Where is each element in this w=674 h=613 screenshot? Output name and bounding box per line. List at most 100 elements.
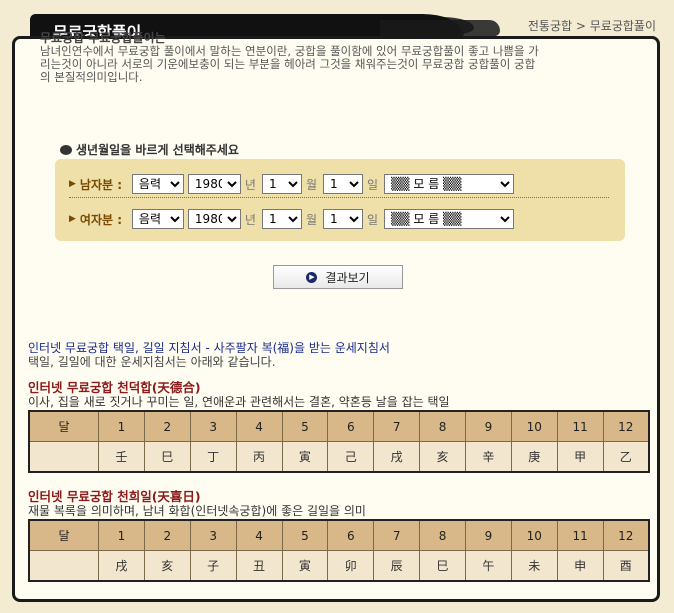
month-header-cell: 8	[419, 519, 466, 551]
table-cell: 辛	[465, 441, 512, 473]
table-cell: 酉	[602, 550, 650, 582]
breadcrumb-current[interactable]: 무료궁합풀이	[590, 19, 656, 33]
table-header-cell: 달	[28, 410, 99, 442]
section-title: 인터넷 무료궁합 천덕합(天德合)	[28, 380, 201, 395]
month-header-cell: 7	[373, 410, 421, 442]
cheonhuiil-table: 달 1 2 3 4 5 6 7 8 9 10 11 12 戌亥子丑寅卯辰巳午未申酉	[28, 519, 650, 582]
month-header-cell: 9	[465, 519, 512, 551]
section-cheonhuiil: 인터넷 무료궁합 천희일(天喜日) 재물 복록을 의미하며, 남녀 화합(인터넷…	[28, 490, 658, 582]
month-header-cell: 1	[98, 519, 145, 551]
month-header-cell: 5	[281, 519, 329, 551]
table-cell: 未	[510, 550, 558, 582]
result-button[interactable]: ▶ 결과보기	[273, 265, 403, 289]
play-icon: ▶	[306, 271, 318, 283]
month-header-cell: 11	[556, 519, 604, 551]
year-unit: 년	[244, 212, 256, 227]
section-title: 인터넷 무료궁합 천희일(天喜日)	[28, 489, 201, 504]
table-cell: 戌	[373, 441, 421, 473]
table-cell: 辰	[373, 550, 421, 582]
section-cheondeokhap: 인터넷 무료궁합 천덕합(天德合) 이사, 집을 새로 짓거나 꾸미는 일, 연…	[28, 381, 658, 473]
month-header-cell: 11	[556, 410, 604, 442]
month-header-cell: 6	[327, 410, 375, 442]
month-header-cell: 12	[602, 410, 650, 442]
month-header-cell: 3	[189, 410, 237, 442]
woman-day-select[interactable]: 1	[323, 209, 364, 229]
man-row: ▶ 남자분 : 음력 1980 년 1 월 1 일 ▒▒ 모 름 ▒▒	[69, 172, 518, 196]
woman-label: 여자분 :	[79, 212, 123, 227]
bullet-icon: ▶	[69, 214, 76, 224]
table-cell: 寅	[281, 441, 329, 473]
month-header-cell: 4	[235, 410, 283, 442]
section-desc: 재물 복록을 의미하며, 남녀 화합(인터넷속궁합)에 좋은 길일을 의미	[28, 504, 366, 518]
month-header-cell: 12	[602, 519, 650, 551]
man-year-select[interactable]: 1980	[187, 174, 241, 194]
woman-year-select[interactable]: 1980	[187, 209, 241, 229]
section-desc: 이사, 집을 새로 짓거나 꾸미는 일, 연애운과 관련해서는 결혼, 약혼등 …	[28, 395, 450, 409]
form-divider	[69, 197, 609, 198]
table-cell: 申	[556, 550, 604, 582]
month-header-cell: 8	[419, 410, 466, 442]
month-header-cell: 1	[98, 410, 145, 442]
table-cell: 丑	[235, 550, 283, 582]
table-cell: 庚	[510, 441, 558, 473]
month-header-cell: 9	[465, 410, 512, 442]
select-heading: 생년월일을 바르게 선택해주세요	[60, 141, 239, 158]
table-cell: 丙	[235, 441, 283, 473]
table-cell: 寅	[281, 550, 329, 582]
guide-text: 택일, 길일에 대한 운세지침서는 아래와 같습니다.	[28, 355, 276, 369]
table-cell: 亥	[143, 550, 191, 582]
table-cell: 亥	[419, 441, 466, 473]
month-header-cell: 5	[281, 410, 329, 442]
month-header-cell: 4	[235, 519, 283, 551]
man-day-select[interactable]: 1	[323, 174, 364, 194]
table-cell: 戌	[98, 550, 145, 582]
table-header-row: 달 1 2 3 4 5 6 7 8 9 10 11 12	[28, 519, 650, 551]
intro-block: 무료궁합 무료궁합풀이는 남녀인연수에서 무료궁합 풀이에서 말하는 연분이란,…	[40, 32, 630, 84]
month-header-cell: 6	[327, 519, 375, 551]
table-row: 壬巳丁丙寅己戌亥辛庚甲乙	[28, 441, 650, 473]
table-cell	[28, 441, 99, 473]
ink-drop-icon	[60, 145, 72, 155]
month-header-cell: 7	[373, 519, 421, 551]
table-cell: 壬	[98, 441, 145, 473]
select-heading-text: 생년월일을 바르게 선택해주세요	[76, 143, 239, 157]
man-label: 남자분 :	[79, 177, 123, 192]
birthdate-form: ▶ 남자분 : 음력 1980 년 1 월 1 일 ▒▒ 모 름 ▒▒ ▶ 여자…	[55, 159, 625, 241]
table-row: 戌亥子丑寅卯辰巳午未申酉	[28, 550, 650, 582]
man-hour-select[interactable]: ▒▒ 모 름 ▒▒	[384, 174, 515, 194]
intro-line: 의 본질적의미입니다.	[40, 70, 143, 84]
day-unit: 일	[367, 212, 379, 227]
month-unit: 월	[305, 177, 318, 192]
table-cell: 乙	[602, 441, 650, 473]
cheondeokhap-table: 달 1 2 3 4 5 6 7 8 9 10 11 12 壬巳丁丙寅己戌亥辛庚甲乙	[28, 410, 650, 473]
table-cell: 午	[465, 550, 512, 582]
breadcrumb-separator: >	[575, 19, 586, 33]
table-cell: 巳	[143, 441, 191, 473]
table-cell: 巳	[419, 550, 466, 582]
guide-title: 인터넷 무료궁합 택일, 길일 지침서 - 사주팔자 복(福)을 받는 운세지침…	[28, 341, 390, 355]
month-header-cell: 10	[510, 519, 558, 551]
result-button-label: 결과보기	[325, 270, 370, 285]
month-header-cell: 2	[143, 519, 191, 551]
table-cell: 甲	[556, 441, 604, 473]
man-month-select[interactable]: 1	[261, 174, 302, 194]
month-header-cell: 10	[510, 410, 558, 442]
table-header-row: 달 1 2 3 4 5 6 7 8 9 10 11 12	[28, 410, 650, 442]
man-calendar-select[interactable]: 음력	[131, 174, 184, 194]
woman-row: ▶ 여자분 : 음력 1980 년 1 월 1 일 ▒▒ 모 름 ▒▒	[69, 207, 518, 231]
guide-block: 인터넷 무료궁합 택일, 길일 지침서 - 사주팔자 복(福)을 받는 운세지침…	[28, 341, 648, 369]
table-cell: 丁	[189, 441, 237, 473]
breadcrumb-parent-link[interactable]: 전통궁합	[528, 19, 572, 33]
woman-hour-select[interactable]: ▒▒ 모 름 ▒▒	[384, 209, 515, 229]
table-header-cell: 달	[28, 519, 99, 551]
woman-calendar-select[interactable]: 음력	[131, 209, 184, 229]
woman-month-select[interactable]: 1	[261, 209, 302, 229]
month-header-cell: 2	[143, 410, 191, 442]
month-header-cell: 3	[189, 519, 237, 551]
month-unit: 월	[305, 212, 318, 227]
bullet-icon: ▶	[69, 179, 76, 189]
year-unit: 년	[244, 177, 256, 192]
table-cell: 卯	[327, 550, 375, 582]
day-unit: 일	[367, 177, 379, 192]
table-cell: 子	[189, 550, 237, 582]
